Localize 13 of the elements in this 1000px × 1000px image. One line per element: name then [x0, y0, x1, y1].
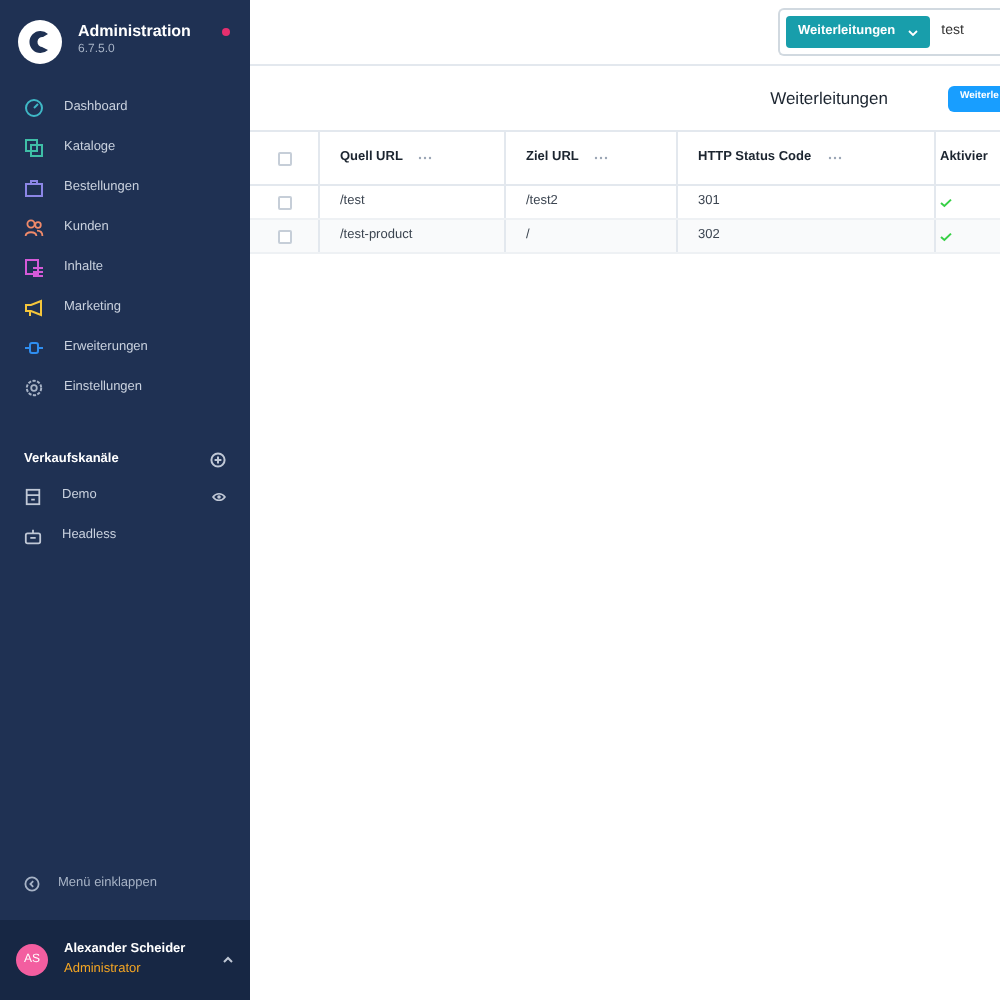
chevron-left-icon — [24, 876, 40, 892]
logo-icon — [18, 20, 62, 64]
checkbox[interactable] — [277, 229, 291, 243]
eye-icon[interactable] — [212, 491, 226, 501]
checkbox[interactable] — [277, 151, 291, 165]
checkbox[interactable] — [277, 195, 291, 209]
page-title: Weiterleitungen — [770, 85, 888, 111]
store-icon — [24, 487, 42, 505]
chevron-up-icon[interactable] — [222, 956, 234, 964]
add-icon[interactable] — [210, 452, 226, 468]
robot-icon — [24, 527, 42, 545]
caret-icon — [907, 29, 918, 35]
app-title: Administration — [78, 20, 193, 42]
